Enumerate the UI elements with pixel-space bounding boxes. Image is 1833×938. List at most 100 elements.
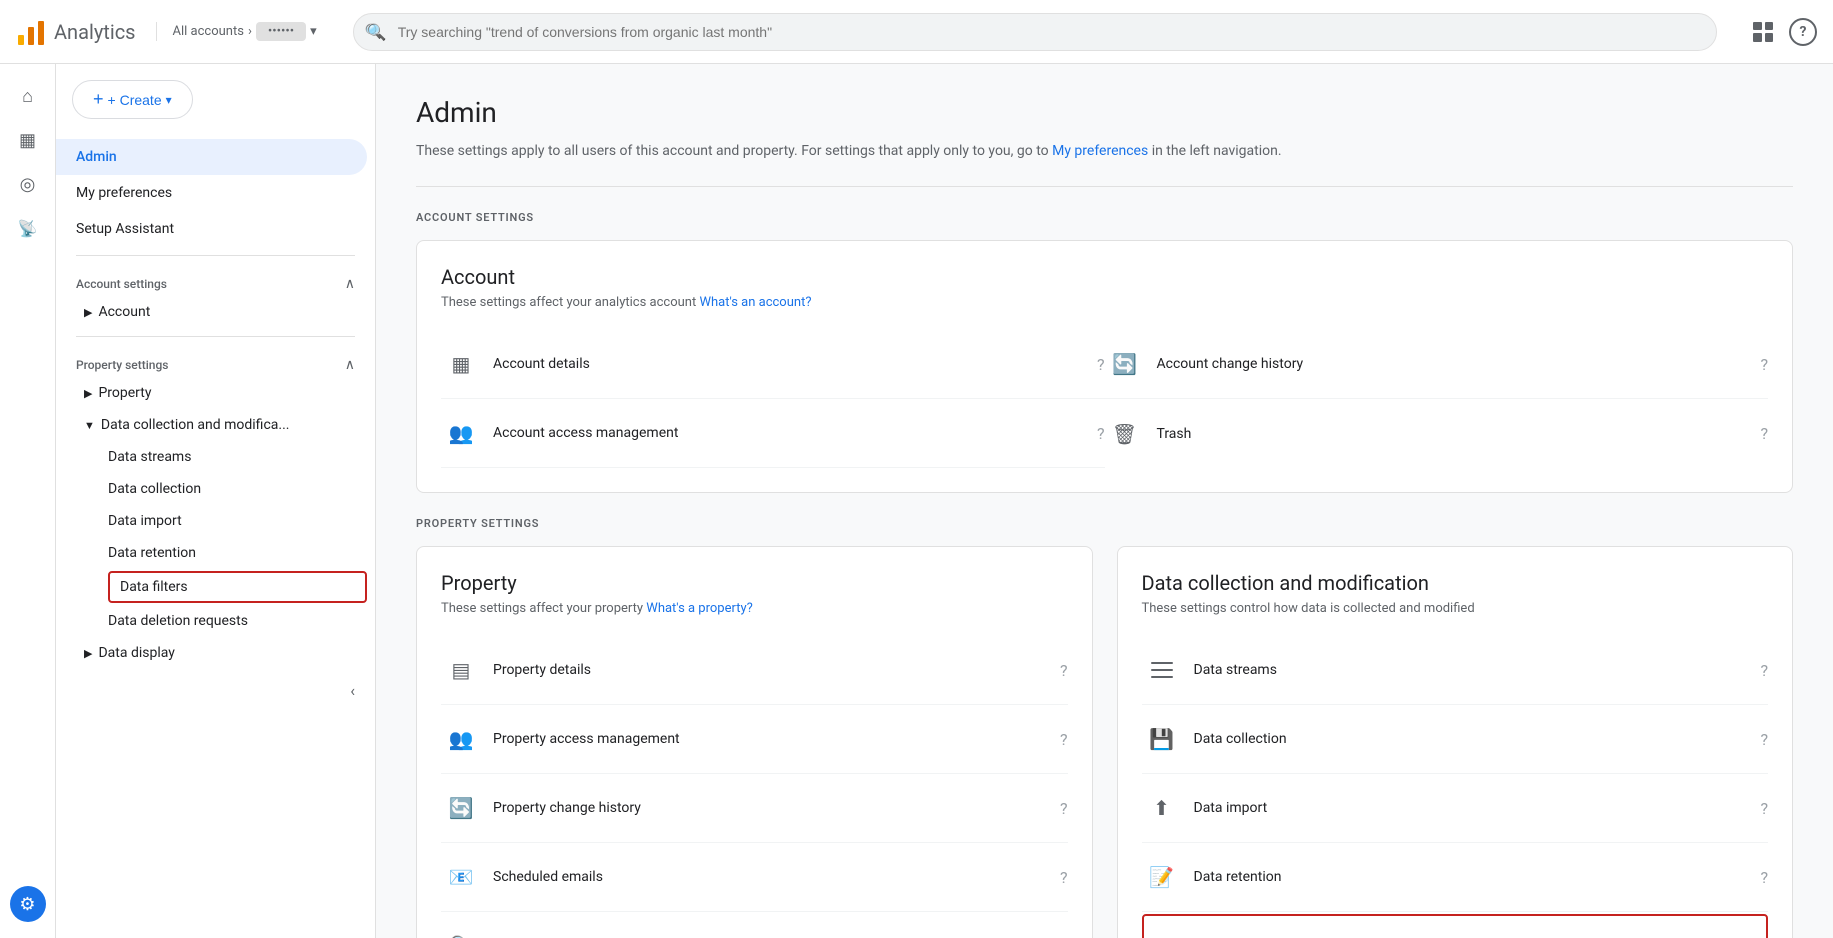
property-card-items: ▤ Property details ? 👥 Property access m…	[441, 636, 1068, 938]
sidebar-item-property[interactable]: ▶ Property	[56, 377, 375, 409]
card-item-account-details[interactable]: ▦ Account details ?	[441, 330, 1105, 399]
account-settings-label: Account settings	[76, 277, 167, 291]
account-settings-chevron[interactable]: ∧	[345, 276, 355, 292]
property-settings-section-label: PROPERTY SETTINGS	[416, 517, 1793, 530]
card-item-property-access-management[interactable]: 👥 Property access management ?	[441, 705, 1068, 774]
analytics-logo-icon	[16, 17, 46, 47]
account-change-history-icon: 🔄	[1105, 344, 1145, 384]
property-change-history-help-icon[interactable]: ?	[1060, 799, 1068, 818]
card-item-scheduled-emails[interactable]: 📧 Scheduled emails ?	[441, 843, 1068, 912]
page-desc-text: These settings apply to all users of thi…	[416, 143, 1049, 159]
sidebar-item-data-display[interactable]: ▶ Data display	[56, 637, 375, 669]
sidebar-sub-item-data-deletion-requests[interactable]: Data deletion requests	[56, 605, 367, 637]
card-item-data-filters[interactable]: Data filters ?	[1142, 914, 1769, 938]
card-item-trash[interactable]: 🗑 Trash ?	[1105, 399, 1769, 468]
content-area: Admin These settings apply to all users …	[376, 64, 1833, 938]
apps-grid-icon[interactable]	[1753, 22, 1773, 42]
icon-sidebar: ⌂ ▦ ◎ 📡 ⚙	[0, 64, 56, 938]
sidebar-sub-item-data-retention[interactable]: Data retention	[56, 537, 367, 569]
sidebar-icon-home[interactable]: ⌂	[8, 76, 48, 116]
create-label: + Create	[108, 92, 162, 108]
analytics-intelligence-icon: 🔍	[441, 926, 481, 938]
whats-an-account-link[interactable]: What's an account?	[699, 295, 811, 310]
sidebar-sub-item-data-filters[interactable]: Data filters	[108, 571, 367, 603]
card-item-account-access-management[interactable]: 👥 Account access management ?	[441, 399, 1105, 468]
property-change-history-icon: 🔄	[441, 788, 481, 828]
sidebar-icon-advertising[interactable]: 📡	[8, 208, 48, 248]
scheduled-emails-icon: 📧	[441, 857, 481, 897]
create-button[interactable]: + + Create ▾	[72, 80, 193, 119]
card-item-data-collection[interactable]: 💾 Data collection ?	[1142, 705, 1769, 774]
sidebar-sub-item-data-collection[interactable]: Data collection	[56, 473, 367, 505]
nav-divider-2	[76, 336, 355, 337]
main-layout: ⌂ ▦ ◎ 📡 ⚙ + + Create ▾ Admin My preferen…	[0, 64, 1833, 938]
sidebar-item-admin[interactable]: Admin	[56, 139, 367, 175]
data-collection-icon: 💾	[1142, 719, 1182, 759]
property-card-title: Property	[441, 571, 1068, 595]
card-item-property-details[interactable]: ▤ Property details ?	[441, 636, 1068, 705]
property-settings-chevron[interactable]: ∧	[345, 357, 355, 373]
sidebar-item-setup-assistant[interactable]: Setup Assistant	[56, 211, 367, 247]
property-expand-arrow: ▶	[84, 387, 92, 400]
property-details-help-icon[interactable]: ?	[1060, 661, 1068, 680]
account-details-help-icon[interactable]: ?	[1097, 355, 1105, 374]
account-settings-section-label: ACCOUNT SETTINGS	[416, 211, 1793, 224]
card-item-data-retention[interactable]: 📝 Data retention ?	[1142, 843, 1769, 912]
whats-a-property-link[interactable]: What's a property?	[646, 601, 752, 616]
account-label: Account	[98, 304, 150, 320]
account-details-icon: ▦	[441, 344, 481, 384]
account-access-help-icon[interactable]: ?	[1097, 424, 1105, 443]
topbar: Analytics All accounts › •••••• ▾ 🔍 ?	[0, 0, 1833, 64]
all-accounts-label: All accounts	[173, 24, 244, 39]
search-bar-container: 🔍	[353, 13, 1717, 51]
account-chevron: ›	[248, 24, 252, 39]
account-change-history-help-icon[interactable]: ?	[1760, 355, 1768, 374]
data-streams-help-icon[interactable]: ?	[1760, 661, 1768, 680]
card-item-data-import[interactable]: ⬆ Data import ?	[1142, 774, 1769, 843]
account-selector[interactable]: All accounts › •••••• ▾	[156, 22, 317, 41]
sidebar-sub-item-data-streams[interactable]: Data streams	[56, 441, 367, 473]
card-item-account-change-history[interactable]: 🔄 Account change history ?	[1105, 330, 1769, 399]
sidebar-item-data-collection-parent[interactable]: ▼ Data collection and modifica...	[56, 409, 375, 441]
card-item-property-change-history[interactable]: 🔄 Property change history ?	[441, 774, 1068, 843]
card-item-analytics-intelligence[interactable]: 🔍 Analytics Intelligence search history …	[441, 912, 1068, 938]
sidebar-item-account[interactable]: ▶ Account	[56, 296, 375, 328]
sidebar-icon-explore[interactable]: ◎	[8, 164, 48, 204]
sidebar-icon-reports[interactable]: ▦	[8, 120, 48, 160]
account-card-subtitle: These settings affect your analytics acc…	[441, 295, 1768, 310]
my-preferences-link[interactable]: My preferences	[1052, 143, 1148, 159]
property-access-help-icon[interactable]: ?	[1060, 730, 1068, 749]
property-cards-row: Property These settings affect your prop…	[416, 546, 1793, 938]
data-collection-card-subtitle: These settings control how data is colle…	[1142, 601, 1769, 616]
data-collection-help-icon[interactable]: ?	[1760, 730, 1768, 749]
nav-divider-1	[76, 255, 355, 256]
account-access-icon: 👥	[441, 413, 481, 453]
property-settings-label: Property settings	[76, 358, 168, 372]
account-dropdown-chevron[interactable]: ▾	[310, 24, 317, 39]
account-card-items: ▦ Account details ? 🔄 Account change his…	[441, 330, 1768, 468]
trash-help-icon[interactable]: ?	[1760, 424, 1768, 443]
data-collection-card: Data collection and modification These s…	[1117, 546, 1794, 938]
topbar-right: ?	[1753, 18, 1817, 46]
app-title: Analytics	[54, 20, 136, 44]
data-retention-help-icon[interactable]: ?	[1760, 868, 1768, 887]
sidebar-item-my-preferences[interactable]: My preferences	[56, 175, 367, 211]
logo-area: Analytics	[16, 17, 136, 47]
data-import-help-icon[interactable]: ?	[1760, 799, 1768, 818]
create-chevron-icon: ▾	[166, 93, 172, 107]
collapse-sidebar-button[interactable]: ‹	[350, 681, 355, 700]
nav-sidebar-footer: ‹	[56, 669, 375, 712]
data-collection-card-title: Data collection and modification	[1142, 571, 1769, 595]
property-details-icon: ▤	[441, 650, 481, 690]
account-name[interactable]: ••••••	[256, 22, 306, 41]
search-input[interactable]	[353, 13, 1717, 51]
help-icon[interactable]: ?	[1789, 18, 1817, 46]
account-expand-arrow: ▶	[84, 306, 92, 319]
property-settings-section-header: Property settings ∧	[56, 345, 375, 377]
settings-gear-icon[interactable]: ⚙	[10, 886, 46, 922]
data-collection-card-items: Data streams ? 💾 Data collection ? ⬆ Dat…	[1142, 636, 1769, 938]
card-item-data-streams[interactable]: Data streams ?	[1142, 636, 1769, 705]
trash-icon: 🗑	[1105, 414, 1145, 454]
scheduled-emails-help-icon[interactable]: ?	[1060, 868, 1068, 887]
sidebar-sub-item-data-import[interactable]: Data import	[56, 505, 367, 537]
